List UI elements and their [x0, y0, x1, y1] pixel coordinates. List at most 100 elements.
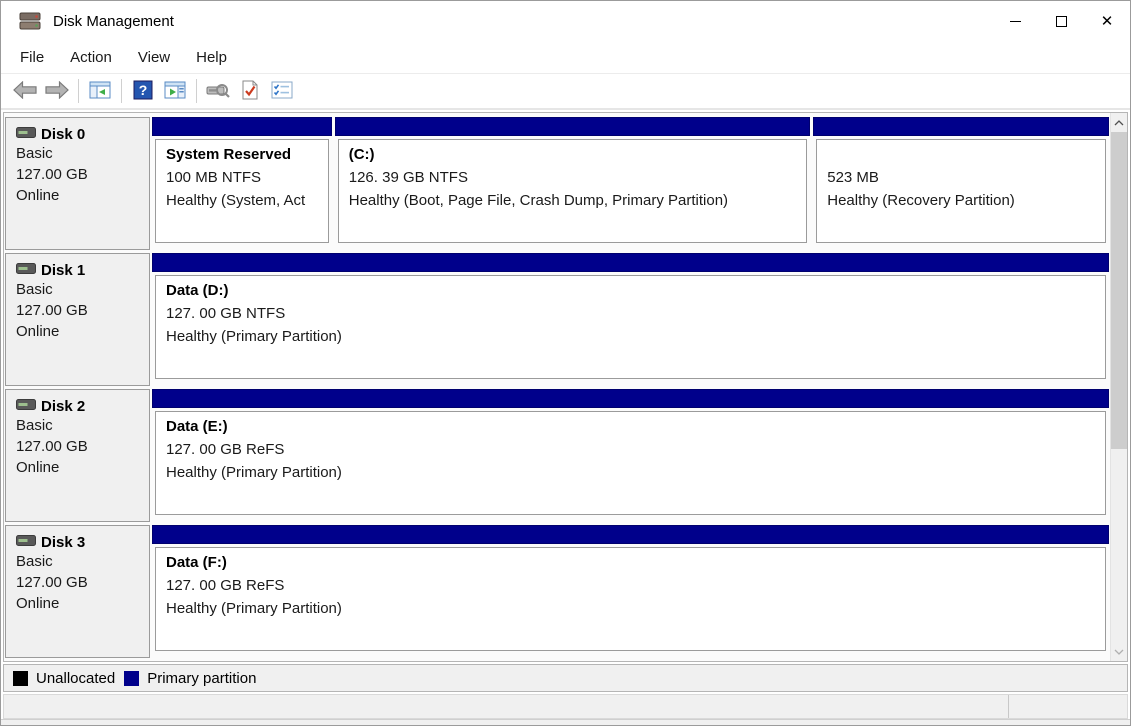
partition-info-box: 523 MB Healthy (Recovery Partition) — [816, 139, 1106, 243]
disk-type: Basic — [16, 143, 141, 164]
disk-header[interactable]: Disk 2 Basic 127.00 GB Online — [5, 389, 150, 522]
partition-title: Data (F:) — [166, 552, 1095, 574]
legend-bar: Unallocated Primary partition — [3, 664, 1128, 692]
scroll-down-button[interactable] — [1111, 642, 1127, 661]
toolbar: ? — [1, 74, 1130, 110]
check-document-icon — [240, 80, 260, 103]
disk-management-window: Disk Management ✕ File Action View Help … — [0, 0, 1131, 726]
partition[interactable]: (C:) 126. 39 GB NTFS Healthy (Boot, Page… — [335, 117, 811, 250]
checklist-icon — [271, 81, 293, 102]
partition-title: (C:) — [349, 144, 797, 166]
menu-bar: File Action View Help — [1, 41, 1130, 74]
partition-health: Healthy (Boot, Page File, Crash Dump, Pr… — [349, 189, 797, 212]
help-button[interactable]: ? — [127, 76, 159, 106]
disk-size: 127.00 GB — [16, 300, 141, 321]
disk-title-line: Disk 3 — [16, 533, 141, 551]
disk-icon — [16, 261, 36, 279]
minimize-icon — [1010, 21, 1021, 22]
partition[interactable]: 523 MB Healthy (Recovery Partition) — [813, 117, 1109, 250]
partition-title: Data (E:) — [166, 416, 1095, 438]
partition-title — [827, 144, 1095, 166]
disk-row: Disk 1 Basic 127.00 GB Online Data (D:) … — [5, 253, 1109, 386]
maximize-icon — [1056, 16, 1067, 27]
show-action-pane-button[interactable] — [159, 76, 191, 106]
partition-color-bar — [813, 117, 1109, 136]
disk-icon — [16, 397, 36, 415]
legend-label: Unallocated — [36, 670, 115, 687]
disk-status: Online — [16, 593, 141, 614]
partitions-area: Data (E:) 127. 00 GB ReFS Healthy (Prima… — [150, 389, 1109, 522]
partitions-area: System Reserved 100 MB NTFS Healthy (Sys… — [150, 117, 1109, 250]
disk-status: Online — [16, 321, 141, 342]
forward-button[interactable] — [41, 76, 73, 106]
disk-management-app-icon — [17, 9, 43, 33]
menu-item-view[interactable]: View — [125, 49, 183, 66]
menu-item-action[interactable]: Action — [57, 49, 125, 66]
partition-info-box: Data (D:) 127. 00 GB NTFS Healthy (Prima… — [155, 275, 1106, 379]
vertical-scrollbar[interactable] — [1110, 113, 1127, 661]
disk-graphical-view: Disk 0 Basic 127.00 GB Online System Res… — [3, 112, 1128, 662]
check-volume-button[interactable] — [234, 76, 266, 106]
partition-color-bar — [335, 117, 811, 136]
disk-type: Basic — [16, 279, 141, 300]
partition[interactable]: Data (F:) 127. 00 GB ReFS Healthy (Prima… — [152, 525, 1109, 658]
disk-rescan-button[interactable] — [202, 76, 234, 106]
partition-info-box: (C:) 126. 39 GB NTFS Healthy (Boot, Page… — [338, 139, 808, 243]
disk-name: Disk 3 — [41, 534, 85, 551]
partition[interactable]: System Reserved 100 MB NTFS Healthy (Sys… — [152, 117, 332, 250]
properties-list-button[interactable] — [266, 76, 298, 106]
partition-color-bar — [152, 389, 1109, 408]
console-tree-icon — [89, 81, 111, 102]
partition-health: Healthy (Primary Partition) — [166, 597, 1095, 620]
partition-health: Healthy (Primary Partition) — [166, 461, 1095, 484]
chevron-up-icon — [1114, 120, 1124, 126]
disk-header[interactable]: Disk 3 Basic 127.00 GB Online — [5, 525, 150, 658]
show-console-tree-button[interactable] — [84, 76, 116, 106]
disk-title-line: Disk 2 — [16, 397, 141, 415]
disk-status: Online — [16, 457, 141, 478]
unallocated-swatch — [13, 671, 28, 686]
maximize-button[interactable] — [1038, 1, 1084, 41]
disk-size: 127.00 GB — [16, 572, 141, 593]
back-arrow-icon — [13, 81, 37, 102]
disk-icon — [16, 125, 36, 143]
window-title: Disk Management — [53, 13, 174, 30]
title-bar: Disk Management ✕ — [1, 1, 1130, 41]
menu-item-help[interactable]: Help — [183, 49, 240, 66]
disk-title-line: Disk 1 — [16, 261, 141, 279]
scroll-up-button[interactable] — [1111, 113, 1127, 132]
window-controls: ✕ — [992, 1, 1130, 41]
chevron-down-icon — [1114, 649, 1124, 655]
partition[interactable]: Data (E:) 127. 00 GB ReFS Healthy (Prima… — [152, 389, 1109, 522]
disk-header[interactable]: Disk 1 Basic 127.00 GB Online — [5, 253, 150, 386]
partition[interactable]: Data (D:) 127. 00 GB NTFS Healthy (Prima… — [152, 253, 1109, 386]
partition-info-box: Data (E:) 127. 00 GB ReFS Healthy (Prima… — [155, 411, 1106, 515]
partition-health: Healthy (Primary Partition) — [166, 325, 1095, 348]
partition-title: System Reserved — [166, 144, 318, 166]
back-button[interactable] — [9, 76, 41, 106]
disk-size: 127.00 GB — [16, 164, 141, 185]
disk-size: 127.00 GB — [16, 436, 141, 457]
help-icon: ? — [133, 80, 153, 103]
partitions-area: Data (D:) 127. 00 GB NTFS Healthy (Prima… — [150, 253, 1109, 386]
minimize-button[interactable] — [992, 1, 1038, 41]
scrollbar-thumb[interactable] — [1111, 132, 1127, 449]
close-icon: ✕ — [1101, 14, 1114, 29]
disk-type: Basic — [16, 415, 141, 436]
partition-size-fs: 100 MB NTFS — [166, 166, 318, 189]
status-cell-right — [1009, 695, 1127, 718]
disk-rows: Disk 0 Basic 127.00 GB Online System Res… — [4, 113, 1110, 661]
partition-info-box: Data (F:) 127. 00 GB ReFS Healthy (Prima… — [155, 547, 1106, 651]
disk-name: Disk 0 — [41, 126, 85, 143]
partition-size-fs: 127. 00 GB NTFS — [166, 302, 1095, 325]
disk-rescan-icon — [206, 81, 230, 102]
disk-header[interactable]: Disk 0 Basic 127.00 GB Online — [5, 117, 150, 250]
scrollbar-track[interactable] — [1111, 449, 1127, 642]
disk-row: Disk 3 Basic 127.00 GB Online Data (F:) … — [5, 525, 1109, 658]
partition-color-bar — [152, 117, 332, 136]
menu-item-file[interactable]: File — [7, 49, 57, 66]
partition-color-bar — [152, 253, 1109, 272]
disk-icon — [16, 533, 36, 551]
close-button[interactable]: ✕ — [1084, 1, 1130, 41]
primary-partition-swatch — [124, 671, 139, 686]
